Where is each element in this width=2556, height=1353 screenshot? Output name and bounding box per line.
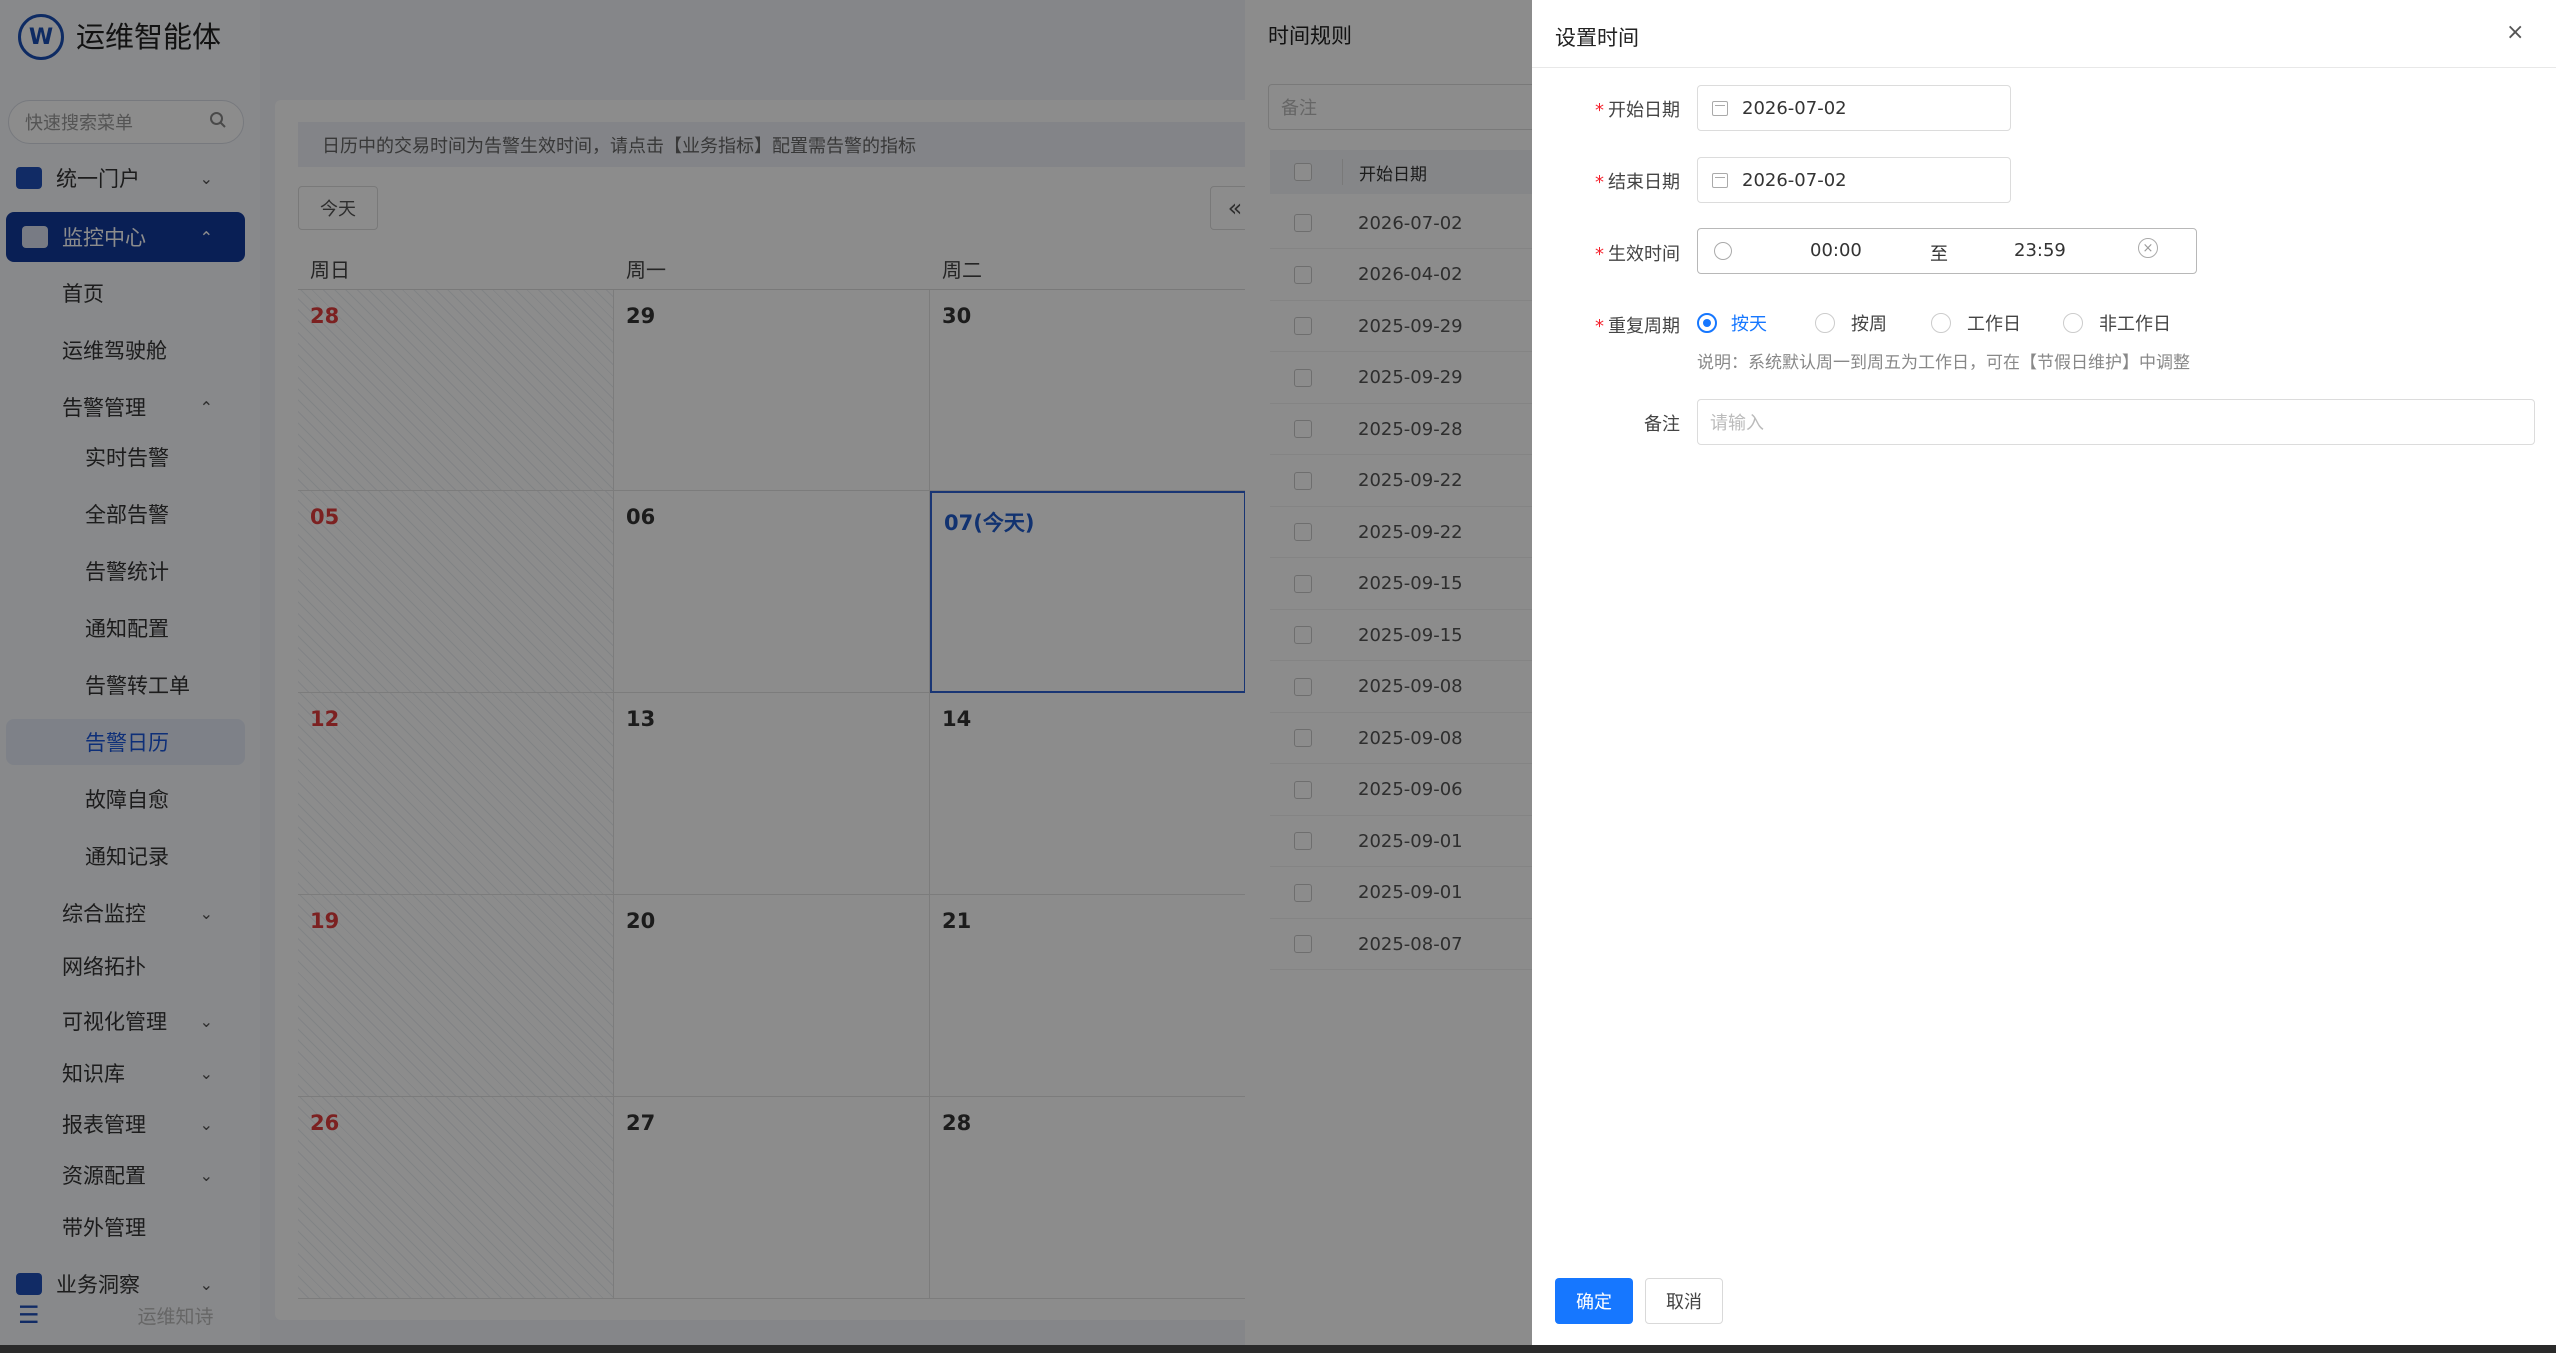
remark-input[interactable]: 请输入	[1697, 399, 2535, 445]
time-end-value[interactable]: 23:59	[2014, 240, 2066, 261]
time-range-picker[interactable]: 00:00 至 23:59 ×	[1697, 228, 2197, 274]
effective-time-label: * 生效时间	[1540, 240, 1680, 266]
drawer-divider	[1532, 67, 2556, 68]
clear-icon[interactable]: ×	[2138, 238, 2158, 258]
confirm-button[interactable]: 确定	[1555, 1278, 1633, 1324]
required-mark: *	[1595, 172, 1604, 193]
time-start-value[interactable]: 00:00	[1810, 240, 1862, 261]
start-date-value: 2026-07-02	[1742, 97, 1847, 119]
radio-daily-label[interactable]: 按天	[1731, 310, 1767, 336]
label-text: 备注	[1644, 414, 1680, 435]
start-date-picker[interactable]: 2026-07-02	[1697, 85, 2011, 131]
radio-non-workday-label[interactable]: 非工作日	[2099, 310, 2171, 336]
cancel-button[interactable]: 取消	[1645, 1278, 1723, 1324]
required-mark: *	[1595, 100, 1604, 121]
required-mark: *	[1595, 244, 1604, 265]
taskbar-strip	[0, 1345, 2556, 1353]
repeat-hint: 说明：系统默认周一到周五为工作日，可在【节假日维护】中调整	[1697, 353, 2190, 373]
close-icon[interactable]: ×	[2506, 20, 2524, 45]
radio-non-workday[interactable]	[2063, 313, 2083, 333]
label-text: 生效时间	[1608, 244, 1680, 265]
set-time-drawer	[1532, 0, 2556, 1345]
radio-weekly-label[interactable]: 按周	[1851, 310, 1887, 336]
modal-overlay[interactable]	[0, 0, 1532, 1353]
label-text: 重复周期	[1608, 316, 1680, 337]
end-date-picker[interactable]: 2026-07-02	[1697, 157, 2011, 203]
calendar-icon	[1712, 172, 1728, 188]
time-range-separator: 至	[1930, 244, 1948, 265]
label-text: 开始日期	[1608, 100, 1680, 121]
repeat-label: * 重复周期	[1540, 312, 1680, 338]
radio-weekly[interactable]	[1815, 313, 1835, 333]
radio-daily[interactable]	[1697, 313, 1717, 333]
repeat-radio-group: 按天 按周 工作日 非工作日	[1697, 310, 2171, 336]
required-mark: *	[1595, 316, 1604, 337]
end-date-label: * 结束日期	[1540, 168, 1680, 194]
clock-icon	[1714, 242, 1732, 260]
drawer-title: 设置时间	[1555, 26, 1639, 50]
label-text: 结束日期	[1608, 172, 1680, 193]
remark-label: 备注	[1540, 410, 1680, 436]
start-date-label: * 开始日期	[1540, 96, 1680, 122]
radio-workday[interactable]	[1931, 313, 1951, 333]
calendar-icon	[1712, 100, 1728, 116]
end-date-value: 2026-07-02	[1742, 169, 1847, 191]
radio-workday-label[interactable]: 工作日	[1967, 310, 2021, 336]
